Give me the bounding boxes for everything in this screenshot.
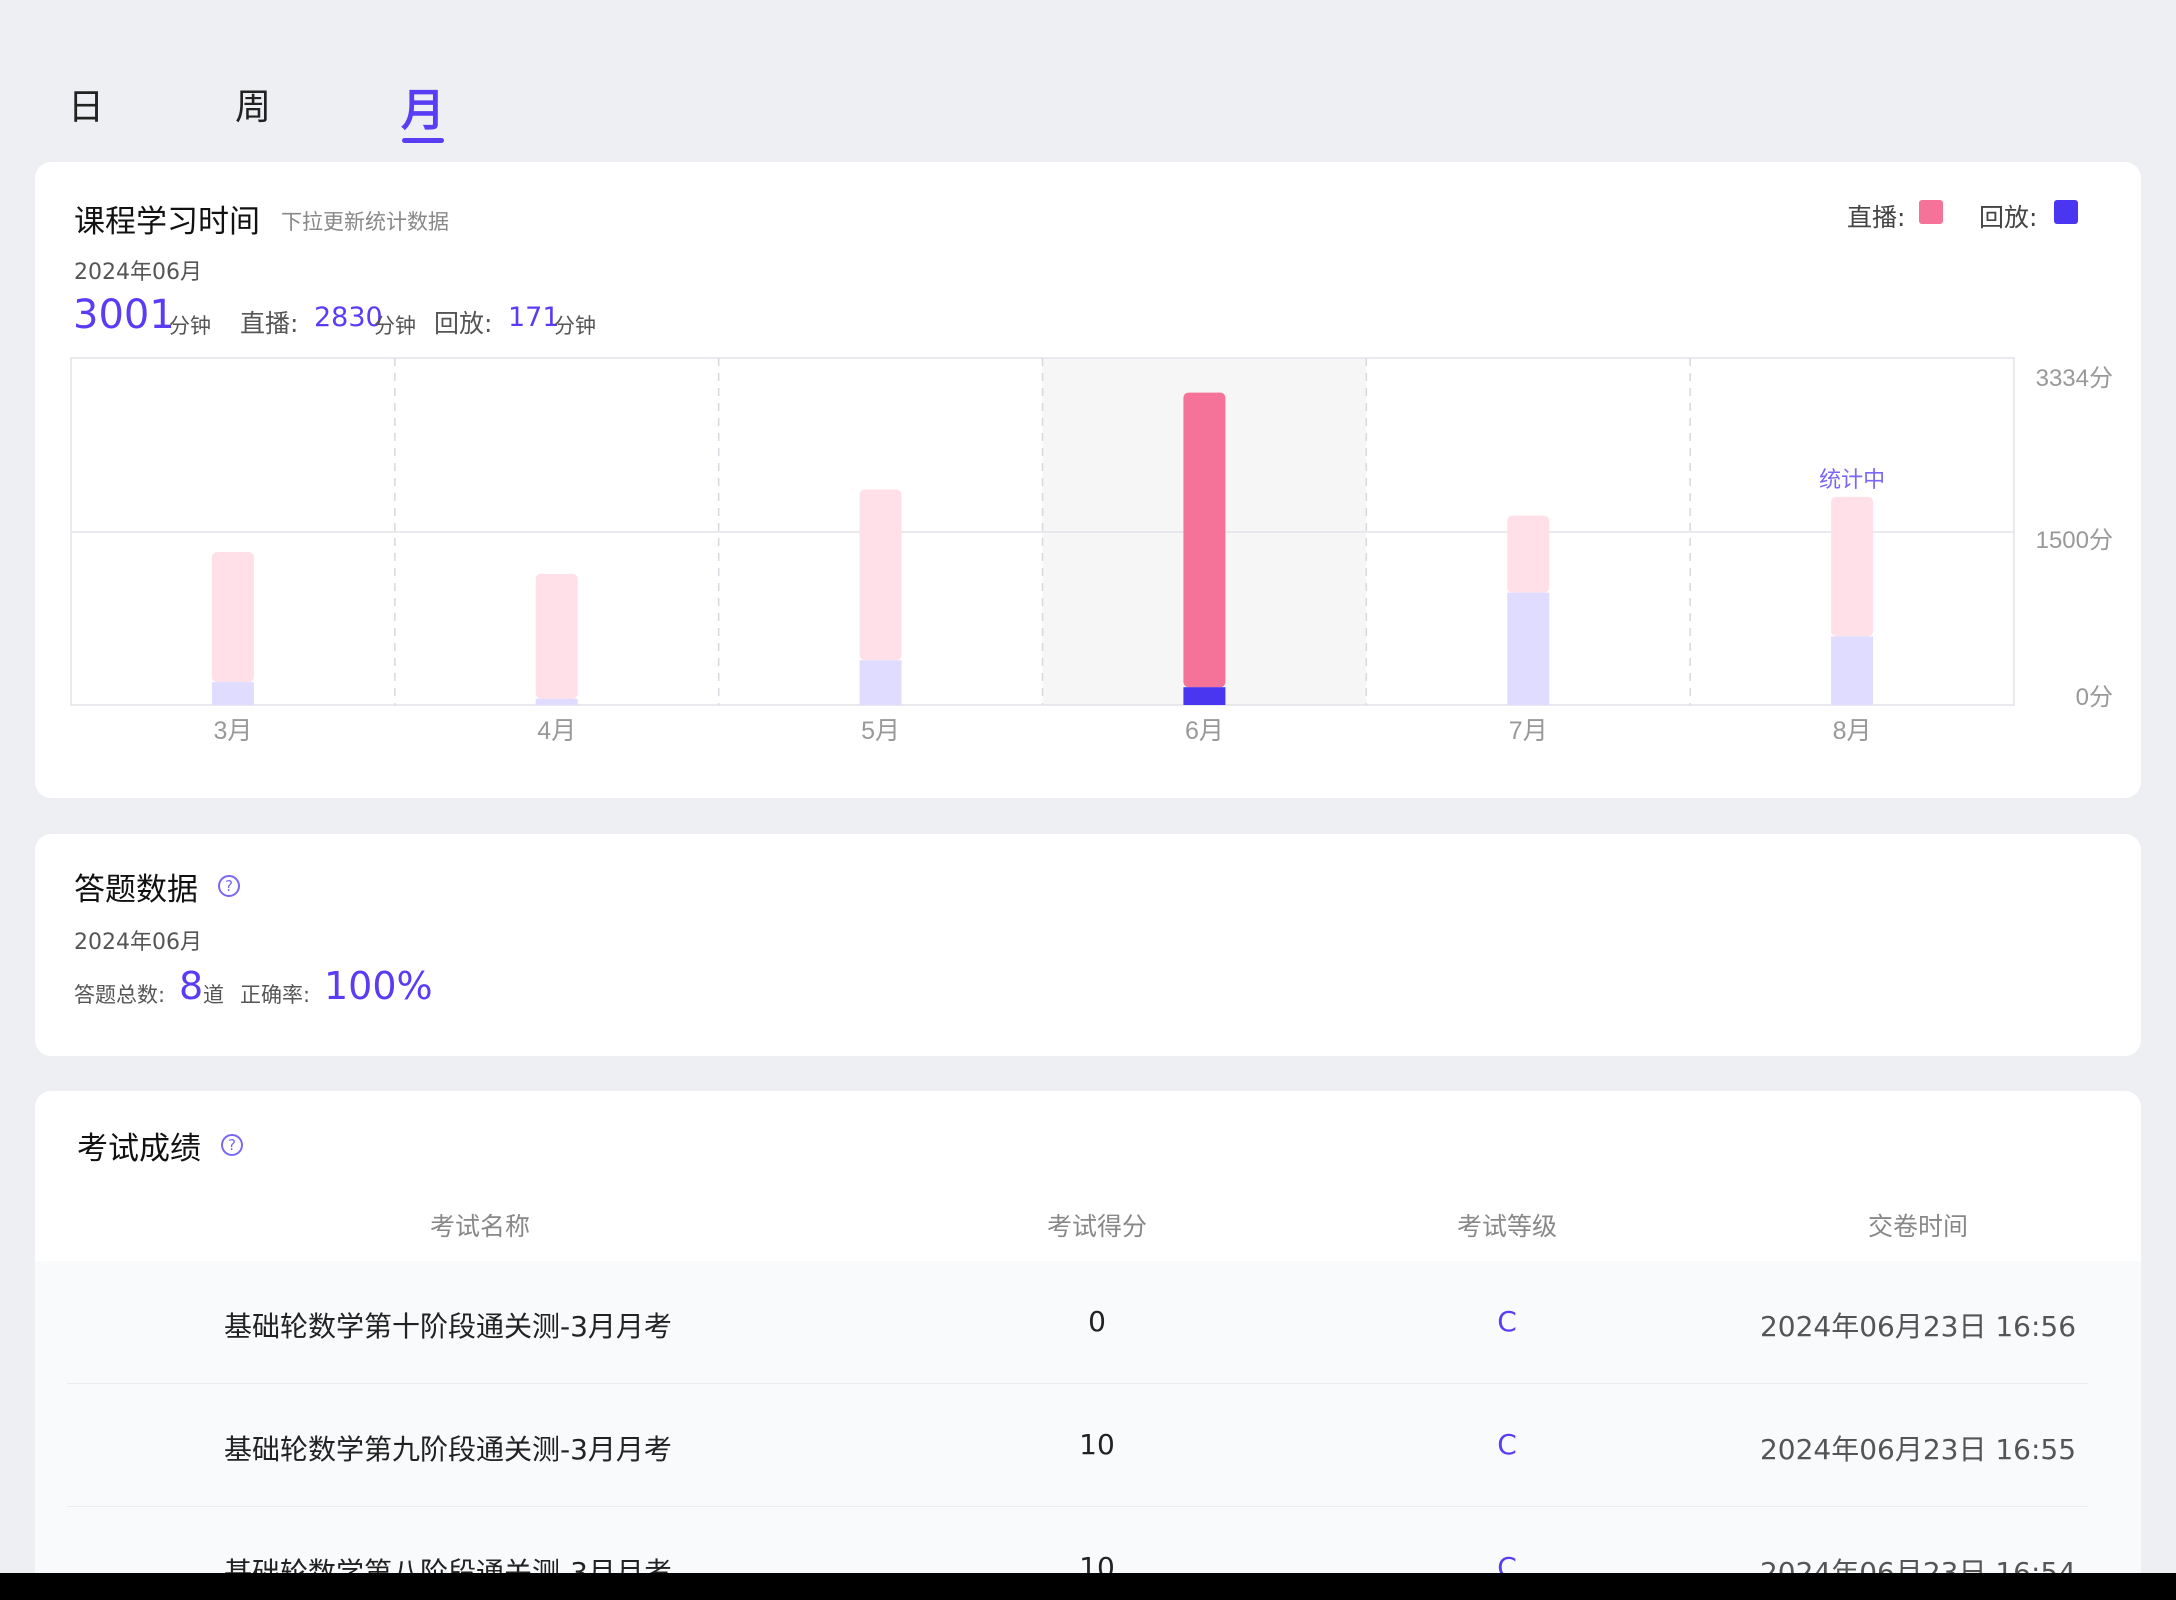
- bar-live: [1507, 515, 1550, 593]
- quiz-total-value: 8: [179, 964, 204, 1008]
- bar-live: [535, 573, 578, 699]
- exam-score: 10: [1079, 1428, 1115, 1461]
- x-tick-label: 6月: [1185, 717, 1224, 745]
- y-tick-label: 3334分: [2036, 365, 2113, 392]
- exam-submit-time: 2024年06月23日 16:56: [1759, 1310, 2077, 1343]
- table-row[interactable]: 基础轮数学第九阶段通关测-3月月考 10 C 2024年06月23日 16:55: [35, 1384, 2141, 1507]
- quiz-title: 答题数据: [74, 872, 198, 908]
- bar-live: [859, 489, 902, 661]
- x-tick-label: 7月: [1509, 717, 1548, 745]
- quiz-rate-label: 正确率:: [240, 983, 311, 1007]
- col-header-time: 交卷时间: [1867, 1212, 1968, 1241]
- tab-day[interactable]: 日: [68, 78, 104, 130]
- x-tick-label: 5月: [861, 717, 900, 745]
- exam-scores-card: 考试成绩 ? 考试名称 考试得分 考试等级 交卷时间 基础轮数学第十阶段通关测-…: [35, 1091, 2141, 1600]
- tab-week[interactable]: 周: [235, 78, 271, 130]
- exam-title: 考试成绩: [77, 1131, 201, 1167]
- bar-annotation: 统计中: [1819, 467, 1885, 492]
- tab-month[interactable]: 月: [401, 74, 445, 138]
- study-time-chart[interactable]: 3334分 1500分 0分 3月 4月 5月 6月 7月 8月 统计中: [35, 162, 2141, 798]
- quiz-total-unit: 道: [203, 983, 224, 1007]
- quiz-rate-value: 100%: [324, 964, 433, 1008]
- bar-replay: [1183, 687, 1226, 705]
- bar-live: [211, 552, 254, 683]
- period-tabs: 日 周 月: [0, 0, 2176, 160]
- quiz-data-card: 答题数据 ? 2024年06月 答题总数: 8 道 正确率: 100%: [35, 834, 2141, 1056]
- help-icon[interactable]: ?: [218, 875, 240, 897]
- quiz-total-label: 答题总数:: [74, 983, 166, 1007]
- y-tick-label: 0分: [2076, 684, 2113, 711]
- exam-submit-time: 2024年06月23日 16:55: [1759, 1433, 2077, 1466]
- bar-replay: [1507, 592, 1550, 705]
- screen-bottom-bar: [0, 1573, 2176, 1600]
- exam-name: 基础轮数学第九阶段通关测-3月月考: [224, 1433, 672, 1466]
- exam-grade: C: [1497, 1428, 1517, 1461]
- x-tick-label: 8月: [1833, 717, 1872, 745]
- active-tab-indicator: [402, 138, 444, 143]
- bar-live: [1183, 392, 1226, 688]
- exam-grade: C: [1497, 1305, 1517, 1338]
- bar-live: [1831, 496, 1874, 637]
- col-header-grade: 考试等级: [1456, 1212, 1557, 1241]
- table-row[interactable]: 基础轮数学第十阶段通关测-3月月考 0 C 2024年06月23日 16:56: [35, 1261, 2141, 1384]
- bar-replay: [211, 682, 254, 705]
- quiz-date: 2024年06月: [74, 930, 202, 955]
- x-tick-label: 4月: [537, 717, 576, 745]
- y-tick-label: 1500分: [2036, 527, 2113, 554]
- exam-name: 基础轮数学第十阶段通关测-3月月考: [224, 1310, 672, 1343]
- bar-replay: [1831, 636, 1874, 705]
- bar-replay: [859, 660, 902, 705]
- col-header-name: 考试名称: [429, 1212, 530, 1241]
- exam-table-body: 基础轮数学第十阶段通关测-3月月考 0 C 2024年06月23日 16:56 …: [35, 1261, 2141, 1600]
- bar-replay: [535, 698, 578, 705]
- exam-score: 0: [1088, 1305, 1106, 1338]
- study-time-card: 课程学习时间 下拉更新统计数据 直播: 回放: 2024年06月 3001 分钟…: [35, 162, 2141, 798]
- x-tick-label: 3月: [213, 717, 252, 745]
- col-header-score: 考试得分: [1046, 1212, 1147, 1241]
- help-icon[interactable]: ?: [221, 1134, 243, 1156]
